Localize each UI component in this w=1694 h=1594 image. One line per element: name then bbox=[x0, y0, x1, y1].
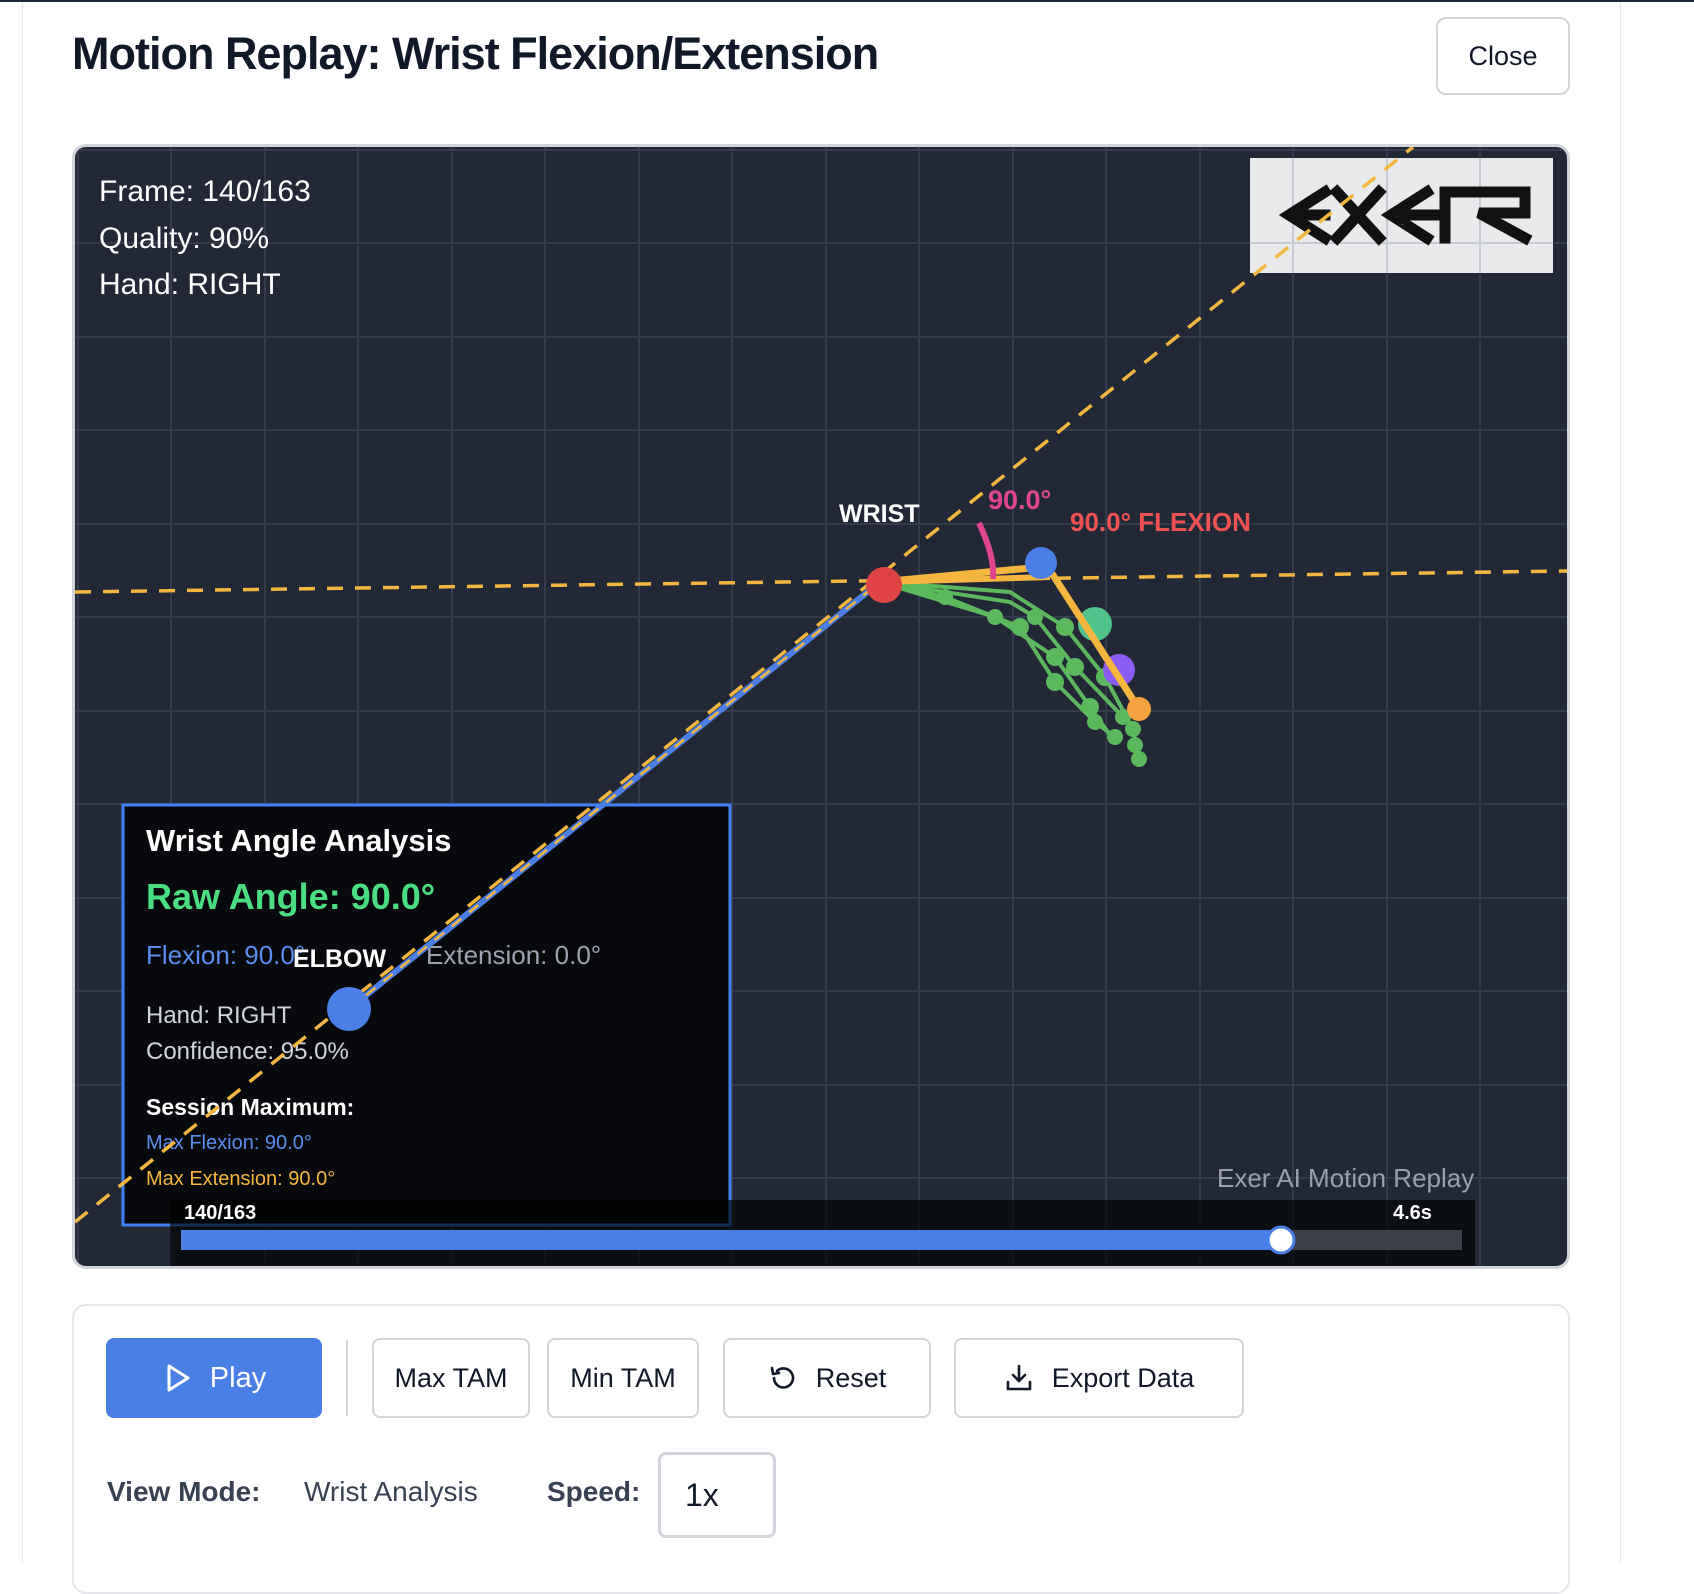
view-mode-label: View Mode: bbox=[107, 1476, 261, 1507]
analysis-hand: Hand: RIGHT bbox=[146, 1002, 292, 1029]
elbow-label: ELBOW bbox=[293, 945, 386, 973]
reset-label: Reset bbox=[815, 1362, 887, 1393]
exer-logo: EXER bbox=[1250, 158, 1553, 273]
toolbar-divider bbox=[346, 1340, 348, 1416]
view-mode-value[interactable]: Wrist Analysis bbox=[304, 1476, 478, 1508]
timeline-progress bbox=[181, 1230, 1281, 1250]
angle-arc-label: 90.0° bbox=[988, 485, 1051, 515]
raw-angle-value: Raw Angle: 90.0° bbox=[146, 876, 435, 917]
timeline-scrubber[interactable]: 140/163 4.6s bbox=[170, 1200, 1475, 1266]
play-label: Play bbox=[209, 1361, 267, 1394]
speed-label: Speed: bbox=[547, 1476, 641, 1507]
play-button[interactable]: Play bbox=[106, 1338, 322, 1418]
elbow-joint bbox=[327, 987, 371, 1031]
index-joint-marker bbox=[1025, 547, 1057, 579]
motion-replay-canvas[interactable]: EXER Frame: 140/163 Quality: 90% Hand: R… bbox=[72, 144, 1570, 1269]
session-maximum-title: Session Maximum: bbox=[146, 1094, 354, 1120]
timeline-thumb[interactable] bbox=[1266, 1225, 1296, 1255]
frame-counter: Frame: 140/163 bbox=[99, 175, 311, 208]
wrist-angle-analysis-panel: Wrist Angle Analysis Raw Angle: 90.0° Fl… bbox=[121, 803, 732, 1227]
confidence-value: Confidence: 95.0% bbox=[146, 1038, 349, 1065]
speed-select[interactable]: 1x bbox=[658, 1452, 776, 1538]
modal-title: Motion Replay: Wrist Flexion/Extension bbox=[72, 28, 879, 79]
modal-edge-left bbox=[22, 2, 23, 1562]
playback-controls: Play Max TAM Min TAM Reset Export Data V… bbox=[72, 1304, 1570, 1594]
max-tam-button[interactable]: Max TAM bbox=[372, 1338, 530, 1418]
analysis-title: Wrist Angle Analysis bbox=[146, 823, 452, 858]
fingertip-marker bbox=[1127, 697, 1151, 721]
flexion-callout: 90.0° FLEXION bbox=[1070, 507, 1251, 537]
modal-edge-right bbox=[1620, 2, 1621, 1562]
logo-text: EXER bbox=[1401, 224, 1404, 226]
hand-skeleton bbox=[879, 547, 1151, 767]
replay-svg: EXER Frame: 140/163 Quality: 90% Hand: R… bbox=[75, 147, 1567, 1266]
quality-indicator: Quality: 90% bbox=[99, 222, 269, 255]
export-data-button[interactable]: Export Data bbox=[954, 1338, 1244, 1418]
watermark: Exer AI Motion Replay bbox=[1217, 1163, 1474, 1193]
min-tam-button[interactable]: Min TAM bbox=[547, 1338, 699, 1418]
wrist-joint bbox=[866, 567, 902, 603]
download-icon bbox=[1004, 1363, 1034, 1393]
export-label: Export Data bbox=[1051, 1362, 1195, 1393]
timeline-time-label: 4.6s bbox=[1393, 1202, 1432, 1224]
window-top-border bbox=[0, 0, 1694, 2]
max-extension-value: Max Extension: 90.0° bbox=[146, 1168, 335, 1190]
reset-icon bbox=[768, 1363, 798, 1393]
extension-value: Extension: 0.0° bbox=[426, 940, 601, 970]
reset-button[interactable]: Reset bbox=[723, 1338, 931, 1418]
play-icon bbox=[162, 1363, 192, 1393]
wrist-label: WRIST bbox=[839, 500, 920, 528]
timeline-frame-label: 140/163 bbox=[184, 1202, 256, 1224]
close-button[interactable]: Close bbox=[1436, 17, 1570, 95]
flexion-value: Flexion: 90.0° bbox=[146, 940, 305, 970]
hand-indicator: Hand: RIGHT bbox=[99, 268, 281, 301]
